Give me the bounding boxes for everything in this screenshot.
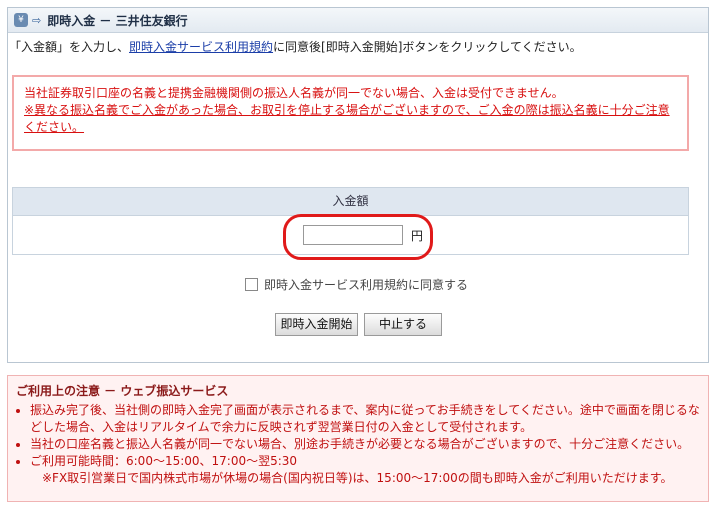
usage-notes: ご利用上の注意 － ウェブ振込サービス 振込み完了後、当社側の即時入金完了画面が… bbox=[7, 375, 709, 502]
page-title: 即時入金 － 三井住友銀行 bbox=[47, 13, 188, 28]
notes-title: ご利用上の注意 － ウェブ振込サービス bbox=[16, 384, 229, 398]
amount-input[interactable] bbox=[303, 225, 403, 245]
note-hours: ご利用可能時間：6:00～15:00、17:00～翌5:30 bbox=[30, 454, 298, 468]
alert-line-1: 当社証券取引口座の名義と提携金融機関側の振込人名義が同一でない場合、入金は受付で… bbox=[24, 86, 564, 100]
deposit-panel: ¥ ⇨ 即時入金 － 三井住友銀行 bbox=[7, 7, 709, 363]
terms-link[interactable]: 即時入金サービス利用規約 bbox=[129, 40, 273, 54]
agree-label: 即時入金サービス利用規約に同意する bbox=[264, 278, 469, 292]
agree-checkbox[interactable] bbox=[245, 278, 258, 291]
amount-row: 円 bbox=[13, 214, 688, 260]
start-deposit-button[interactable]: 即時入金開始 bbox=[275, 313, 358, 336]
agree-row[interactable]: 即時入金サービス利用規約に同意する bbox=[245, 276, 468, 293]
note-item: 振込み完了後、当社側の即時入金完了画面が表示されるまで、案内に従ってお手続きをし… bbox=[30, 402, 700, 436]
note-item: 当社の口座名義と振込人名義が同一でない場合、別途お手続きが必要となる場合がござい… bbox=[30, 436, 700, 453]
intro-suffix: に同意後[即時入金開始]ボタンをクリックしてください。 bbox=[273, 40, 582, 54]
name-warning-alert: 当社証券取引口座の名義と提携金融機関側の振込人名義が同一でない場合、入金は受付で… bbox=[12, 75, 689, 151]
panel-header: ¥ ⇨ 即時入金 － 三井住友銀行 bbox=[8, 8, 708, 33]
note-item: ご利用可能時間：6:00～15:00、17:00～翌5:30 ※FX取引営業日で国… bbox=[30, 453, 700, 487]
arrow-right-icon: ⇨ bbox=[32, 13, 42, 27]
cancel-button[interactable]: 中止する bbox=[364, 313, 442, 336]
amount-table: 入金額 円 bbox=[12, 187, 689, 260]
note-sub: ※FX取引営業日で国内株式市場が休場の場合(国内祝日等)は、15:00～17:0… bbox=[42, 471, 673, 485]
yen-icon: ¥ bbox=[14, 13, 28, 27]
yen-unit: 円 bbox=[411, 229, 424, 243]
notes-list: 振込み完了後、当社側の即時入金完了画面が表示されるまで、案内に従ってお手続きをし… bbox=[16, 402, 700, 487]
amount-header: 入金額 bbox=[13, 188, 688, 216]
alert-line-2: ※異なる振込名義でご入金があった場合、お取引を停止する場合がございますので、ご入… bbox=[24, 103, 670, 134]
intro-prefix: 「入金額」を入力し、 bbox=[9, 40, 130, 54]
intro-text: 「入金額」を入力し、即時入金サービス利用規約に同意後[即時入金開始]ボタンをクリ… bbox=[9, 38, 582, 55]
